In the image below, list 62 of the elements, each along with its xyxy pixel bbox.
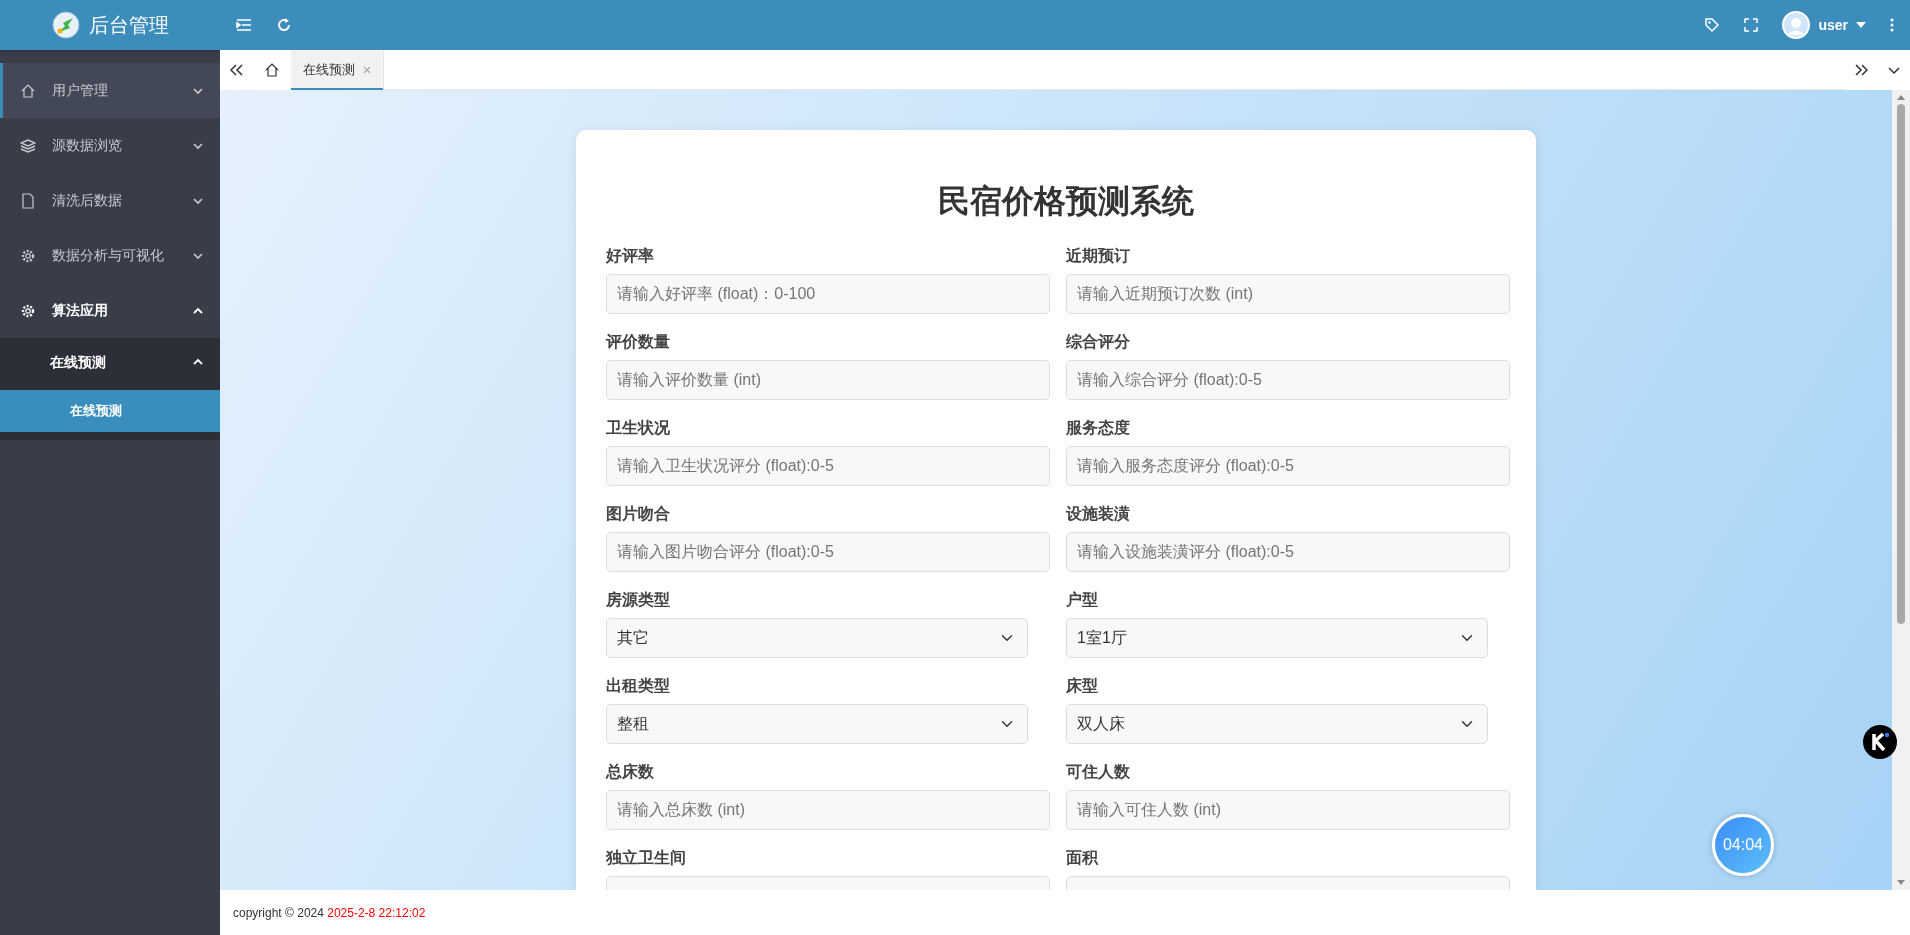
user-menu[interactable]: user: [1818, 14, 1848, 36]
input-field[interactable]: 请输入服务态度评分 (float):0-5: [1066, 446, 1510, 487]
chevron-down-icon: [1887, 64, 1900, 76]
field-label: 总床数: [606, 762, 655, 783]
tag-icon[interactable]: [1704, 17, 1721, 33]
sidebar-item[interactable]: 用户管理: [0, 63, 220, 118]
sidebar-item[interactable]: 清洗后数据: [0, 173, 220, 228]
select-field[interactable]: 双人床: [1066, 704, 1488, 745]
field-label: 综合评分: [1066, 332, 1131, 353]
fullscreen-icon[interactable]: [1744, 18, 1759, 32]
tab[interactable]: 在线预测: [291, 50, 384, 90]
field-label: 好评率: [606, 246, 655, 267]
refresh-icon[interactable]: [276, 17, 292, 33]
field-label: 床型: [1066, 676, 1099, 697]
field-label: 卫生状况: [606, 418, 671, 439]
field-label: 独立卫生间: [606, 848, 687, 869]
form-title: 民宿价格预测系统: [937, 182, 1195, 221]
close-icon[interactable]: [363, 66, 371, 74]
more-icon[interactable]: [1890, 18, 1894, 32]
floating-widget-icon[interactable]: [1862, 724, 1898, 760]
input-field[interactable]: 请输入设施装潢评分 (float):0-5: [1066, 532, 1510, 573]
input-field[interactable]: 请输入图片吻合评分 (float):0-5: [606, 532, 1050, 573]
field-label: 设施装潢: [1066, 504, 1131, 525]
menu-indent-icon[interactable]: [236, 17, 252, 33]
field-label: 房源类型: [606, 590, 671, 611]
input-field[interactable]: 请输入综合评分 (float):0-5: [1066, 360, 1510, 401]
caret-icon[interactable]: [1856, 22, 1866, 28]
avatar-icon: [1782, 11, 1811, 39]
field-label: 户型: [1066, 590, 1099, 611]
double-chevron-right-icon: [1853, 64, 1868, 76]
home-icon: [20, 82, 36, 99]
sidebar-item[interactable]: 数据分析与可视化: [0, 228, 220, 283]
home-icon: [264, 62, 280, 78]
logo-icon: [51, 10, 81, 40]
select-field[interactable]: 整租: [606, 704, 1028, 745]
input-field[interactable]: 请输入好评率 (float)：0-100: [606, 274, 1050, 315]
field-label: 可住人数: [1066, 762, 1131, 783]
copyright-text: copyright © 2024 2025-2-8 22:12:02: [233, 904, 426, 922]
field-label: 近期预订: [1066, 246, 1131, 267]
select-field[interactable]: 1室1厅: [1066, 618, 1488, 659]
sidebar-item[interactable]: 在线预测: [0, 390, 220, 432]
scrollbar[interactable]: [1892, 90, 1910, 890]
sidebar-item[interactable]: 源数据浏览: [0, 118, 220, 173]
gear-icon: [20, 302, 36, 319]
select-field[interactable]: 其它: [606, 618, 1028, 659]
input-field[interactable]: 请输入总床数 (int): [606, 790, 1050, 831]
field-label: 评价数量: [606, 332, 671, 353]
file-icon: [20, 192, 36, 209]
field-label: 图片吻合: [606, 504, 671, 525]
input-field[interactable]: 请输入可住人数 (int): [1066, 790, 1510, 831]
field-label: 面积: [1066, 848, 1099, 869]
field-label: 出租类型: [606, 676, 671, 697]
sidebar-item[interactable]: 算法应用: [0, 283, 220, 338]
sidebar-item[interactable]: 在线预测: [0, 338, 220, 386]
field-label: 服务态度: [1066, 418, 1131, 439]
gear-icon: [20, 247, 36, 264]
app-title: 后台管理: [89, 13, 169, 38]
layers-icon: [20, 137, 36, 154]
input-field[interactable]: 请输入评价数量 (int): [606, 360, 1050, 401]
input-field[interactable]: 请输入近期预订次数 (int): [1066, 274, 1510, 315]
input-field[interactable]: 请输入卫生状况评分 (float):0-5: [606, 446, 1050, 487]
double-chevron-left-icon: [229, 64, 244, 76]
